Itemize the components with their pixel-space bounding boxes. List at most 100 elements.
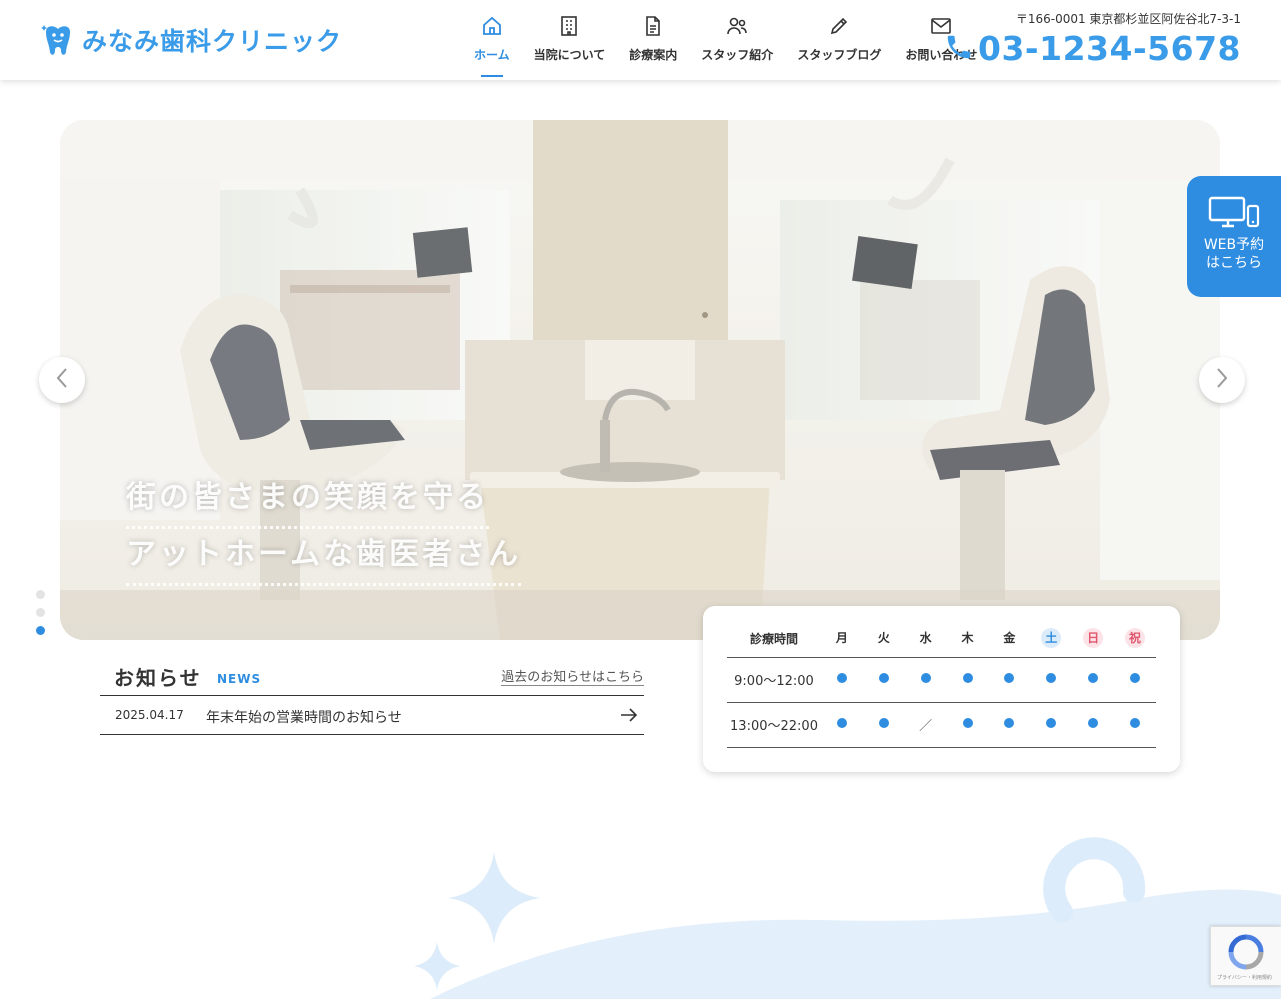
open-dot-icon [1046,673,1057,683]
hero-caption-line1: 街の皆さまの笑顔を守る [126,472,489,529]
day-header-sun: 日 [1072,620,1115,658]
phone-icon [944,32,974,66]
nav-item-staff[interactable]: スタッフ紹介 [689,14,785,63]
hours-cell [1114,657,1156,703]
office-hours-row: 9:00〜12:00 [727,657,1156,703]
slider-pagination [36,590,45,644]
day-label: 月 [835,631,848,646]
hero-caption: 街の皆さまの笑顔を守る アットホームな歯医者さん [126,472,522,586]
news-header: お知らせ NEWS 過去のお知らせはこちら [100,660,644,696]
web-booking-button[interactable]: WEB予約 はこちら [1187,176,1281,297]
clinic-address: 〒166-0001 東京都杉並区阿佐谷北7-3-1 [1015,12,1241,26]
pencil-icon [827,14,851,38]
day-header-wed: 水 [904,620,947,658]
open-dot-icon [962,718,973,728]
hours-cell [1030,702,1073,748]
open-dot-icon [836,673,847,683]
hours-cell [988,702,1031,748]
open-dot-icon [920,673,931,683]
slider-next-button[interactable] [1199,357,1245,403]
phone-number: 03-1234-5678 [977,29,1241,68]
hours-cell [1072,657,1115,703]
day-header-fri: 金 [988,620,1031,658]
news-title: お知らせ [114,666,202,690]
hours-cell [1114,702,1156,748]
nav-item-blog[interactable]: スタッフブログ [785,14,893,63]
nav-label-staff: スタッフ紹介 [701,48,774,62]
hours-cell [946,657,989,703]
phone-link[interactable]: 03-1234-5678 [944,29,1241,68]
day-label: 日 [1083,628,1104,649]
hours-cell [946,702,989,748]
users-icon [725,14,749,38]
recaptcha-icon [1227,933,1265,975]
recaptcha-badge[interactable]: プライバシー・利用規約 [1210,926,1281,986]
day-label: 火 [877,631,890,646]
web-booking-label-1: WEB予約 [1203,237,1265,253]
office-hours-header-row: 診療時間 月 火 水 木 金 土 日 祝 [727,620,1156,658]
open-dot-icon [1088,673,1099,683]
sparkle-icon [414,942,460,990]
office-hours-card: 診療時間 月 火 水 木 金 土 日 祝 9:00〜12:00 13:00〜22:… [703,606,1180,772]
day-label: 水 [919,631,932,646]
nav-label-about: 当院について [533,48,606,62]
recaptcha-terms: プライバシー・利用規約 [1217,975,1272,981]
day-header-tue: 火 [862,620,905,658]
nav-item-about[interactable]: 当院について [522,14,618,63]
nav-label-home: ホーム [474,48,510,62]
hours-cell [1030,657,1073,703]
news-date: 2025.04.17 [115,708,184,722]
hours-cell [904,657,947,703]
building-icon [557,14,581,38]
office-hours-table: 診療時間 月 火 水 木 金 土 日 祝 9:00〜12:00 13:00〜22:… [727,620,1156,748]
nav-item-home[interactable]: ホーム [462,14,522,63]
day-header-mon: 月 [821,620,863,658]
nav-item-services[interactable]: 診療案内 [617,14,689,63]
day-label: 祝 [1125,628,1146,649]
hours-cell [862,702,905,748]
hero-caption-line2: アットホームな歯医者さん [126,529,522,586]
document-icon [641,14,665,38]
closed-slash-icon: ／ [919,719,933,734]
decorative-background [414,837,1281,999]
nav-label-services: 診療案内 [629,48,678,62]
sparkle-icon [448,852,540,944]
chevron-right-icon [1214,366,1230,394]
news-item[interactable]: 2025.04.17 年末年始の営業時間のお知らせ [100,696,644,735]
slider-prev-button[interactable] [39,357,85,403]
hours-cell [821,657,863,703]
hours-cell [821,702,863,748]
hours-time-range: 13:00〜22:00 [727,702,821,748]
office-hours-row: 13:00〜22:00 ／ [727,702,1156,748]
hours-cell [988,657,1031,703]
day-label: 木 [961,631,974,646]
clinic-name: みなみ歯科クリニック [82,27,343,56]
devices-icon [1208,196,1260,232]
day-header-sat: 土 [1030,620,1073,658]
slider-dot-3[interactable] [36,626,45,635]
open-dot-icon [878,673,889,683]
chevron-left-icon [54,366,70,394]
header-contact: 〒166-0001 東京都杉並区阿佐谷北7-3-1 03-1234-5678 [944,10,1241,68]
hours-time-range: 9:00〜12:00 [727,657,821,703]
open-dot-icon [878,718,889,728]
day-header-holiday: 祝 [1114,620,1156,658]
slider-dot-2[interactable] [36,608,45,617]
clinic-logo[interactable]: みなみ歯科クリニック [40,22,342,58]
day-label: 土 [1041,628,1062,649]
open-dot-icon [1130,718,1141,728]
hours-cell [1072,702,1115,748]
home-icon [480,14,504,38]
site-header: みなみ歯科クリニック ホーム 当院について 診療案内 スタッフ紹介 スタッフブロ… [0,0,1281,80]
news-archive-link[interactable]: 過去のお知らせはこちら [501,666,644,686]
hours-header-label: 診療時間 [727,620,821,658]
open-dot-icon [1004,718,1015,728]
nav-label-blog: スタッフブログ [797,48,882,62]
open-dot-icon [1130,673,1141,683]
open-dot-icon [836,718,847,728]
open-dot-icon [1046,718,1057,728]
main-nav: ホーム 当院について 診療案内 スタッフ紹介 スタッフブログ お問い合わせ [462,14,989,63]
open-dot-icon [962,673,973,683]
slider-dot-1[interactable] [36,590,45,599]
hours-cell: ／ [904,702,947,748]
